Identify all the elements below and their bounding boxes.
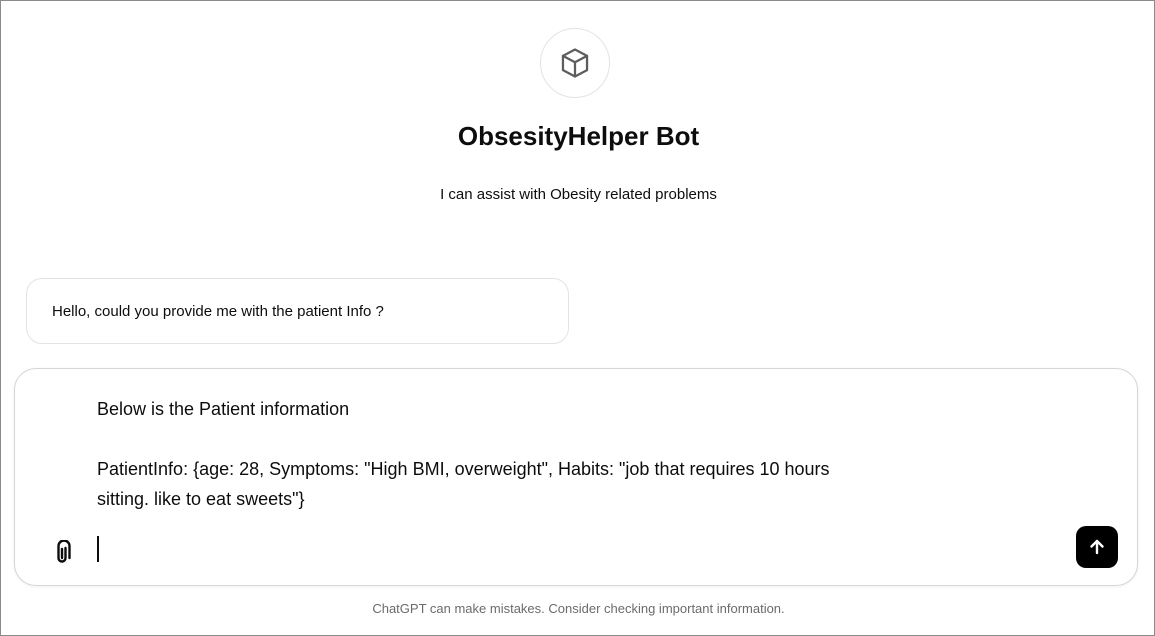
conversation-starter-label: Hello, could you provide me with the pat… [52,302,384,320]
message-line: PatientInfo: {age: 28, Symptoms: "High B… [97,459,830,479]
cube-icon [561,48,589,78]
disclaimer-text: ChatGPT can make mistakes. Consider chec… [372,601,785,616]
attach-button[interactable] [47,536,77,570]
message-input[interactable]: Below is the Patient information Patient… [97,394,1057,514]
chat-window: ObsesityHelper Bot I can assist with Obe… [0,0,1155,636]
gpt-title: ObsesityHelper Bot [457,121,700,151]
message-line: sitting. like to eat sweets"} [97,489,305,509]
message-line: Below is the Patient information [97,399,350,419]
gpt-description: I can assist with Obesity related proble… [440,186,717,203]
text-cursor [97,536,99,562]
send-button[interactable] [1076,526,1118,568]
message-composer[interactable]: Below is the Patient information Patient… [14,368,1138,586]
gpt-avatar [540,28,610,98]
paperclip-icon [57,540,71,563]
message-line [97,424,1057,454]
conversation-starter[interactable]: Hello, could you provide me with the pat… [26,278,569,344]
arrow-up-icon [1090,539,1104,555]
